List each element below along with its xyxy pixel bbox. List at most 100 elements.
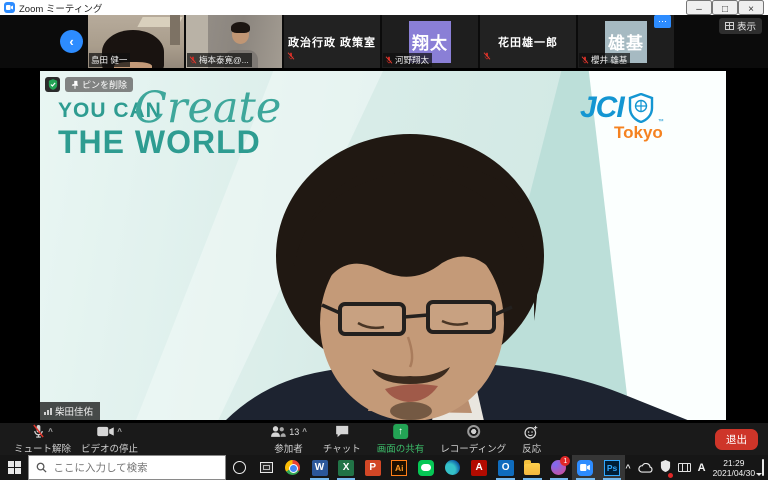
more-options-button[interactable]: ⋯ <box>654 15 671 28</box>
minimize-button[interactable]: – <box>686 0 712 15</box>
mute-options-chevron[interactable]: ^ <box>48 427 53 436</box>
line-icon <box>418 460 434 476</box>
taskbar-app-chrome[interactable] <box>280 455 307 480</box>
audio-signal-icon <box>44 408 52 415</box>
security-shield-icon[interactable] <box>660 459 671 477</box>
task-view-button[interactable] <box>253 455 280 480</box>
backdrop-slogan: YOU CAN Create THE WORLD <box>58 99 261 161</box>
video-options-chevron[interactable]: ^ <box>117 427 122 436</box>
hidden-icons-chevron[interactable]: ^ <box>625 463 630 473</box>
start-button[interactable] <box>0 455 28 480</box>
clock-time: 21:29 <box>713 458 756 468</box>
participant-thumbnail[interactable]: 雄基 ⋯ 櫻井 雄基 <box>578 15 674 68</box>
encryption-shield-icon[interactable] <box>45 77 60 92</box>
share-screen-label: 画面の共有 <box>377 441 425 455</box>
touch-keyboard-icon[interactable] <box>678 463 691 472</box>
taskbar-clock[interactable]: 21:29 2021/04/30 <box>713 458 756 478</box>
participant-thumbnail[interactable]: 政治行政 政策室 <box>284 15 380 68</box>
video-scene-frame <box>170 15 180 45</box>
taskbar-app-line[interactable] <box>413 455 440 480</box>
jci-logo-text: JCI <box>580 91 624 125</box>
muted-mic-icon <box>385 56 393 64</box>
participant-name: 島田 健一 <box>91 54 127 66</box>
action-center-icon <box>762 459 764 476</box>
illustrator-icon: Ai <box>391 460 407 476</box>
action-center-button[interactable] <box>762 460 764 475</box>
pinned-speaker-video[interactable]: YOU CAN Create THE WORLD JCI ™ Tokyo <box>40 71 726 420</box>
taskbar-app-explorer[interactable] <box>519 455 546 480</box>
participant-thumbnail[interactable]: 花田雄一郎 <box>480 15 576 68</box>
photoshop-icon: Ps <box>604 460 620 476</box>
reactions-button[interactable]: 反応 <box>522 424 541 455</box>
leave-meeting-button[interactable]: 退出 <box>715 429 758 450</box>
meeting-toolbar: ^ ミュート解除 ^ ビデオの停止 13 ^ 参加者 <box>0 423 768 455</box>
excel-icon: X <box>338 460 354 476</box>
zoom-taskbar-icon <box>577 460 593 476</box>
jci-tokyo-logo: JCI ™ Tokyo <box>580 91 700 143</box>
filmstrip-collapse-button[interactable]: ‹ <box>60 30 83 53</box>
grid-view-icon <box>725 22 734 30</box>
acrobat-icon: A <box>471 460 487 476</box>
view-button-label: 表示 <box>737 19 756 33</box>
remove-pin-button[interactable]: ピンを削除 <box>65 77 133 92</box>
participant-name-tag: 島田 健一 <box>89 53 130 67</box>
participants-options-chevron[interactable]: ^ <box>302 427 307 436</box>
zoom-app-icon <box>4 2 15 13</box>
taskbar-app-powerpoint[interactable]: P <box>359 455 386 480</box>
maximize-button[interactable]: □ <box>712 0 738 15</box>
view-button[interactable]: 表示 <box>719 18 762 34</box>
taskbar-app-zoom[interactable] <box>572 455 599 480</box>
record-icon <box>467 425 480 438</box>
muted-mic-icon <box>287 47 295 65</box>
stop-video-button[interactable]: ^ ビデオの停止 <box>81 424 138 455</box>
up-arrow-icon: ↑ <box>398 426 403 437</box>
record-label: レコーディング <box>440 441 506 455</box>
edge-icon <box>445 460 460 475</box>
taskbar-app-outlook[interactable]: O <box>492 455 519 480</box>
outlook-icon: O <box>498 460 514 476</box>
main-stage: YOU CAN Create THE WORLD JCI ™ Tokyo <box>0 68 768 423</box>
file-explorer-icon <box>524 463 540 475</box>
unmute-button[interactable]: ^ ミュート解除 <box>14 424 71 455</box>
participant-name: 梅本泰寛@... <box>199 54 249 66</box>
participant-thumbnail[interactable]: 翔太 河野翔太 <box>382 15 478 68</box>
taskbar-app-illustrator[interactable]: Ai <box>386 455 413 480</box>
taskbar-app-messenger[interactable]: 1 <box>546 455 573 480</box>
unmute-label: ミュート解除 <box>14 441 71 455</box>
participant-name: 櫻井 雄基 <box>591 54 627 66</box>
security-alert-dot <box>668 473 673 478</box>
remove-pin-label: ピンを削除 <box>82 78 127 91</box>
participant-thumbnail[interactable]: 梅本泰寛@... <box>186 15 282 68</box>
chat-label: チャット <box>323 441 361 455</box>
taskbar-app-acrobat[interactable]: A <box>466 455 493 480</box>
muted-mic-icon <box>189 56 197 64</box>
windows-taskbar: W X P Ai A O 1 Ps ^ A <box>0 455 768 480</box>
search-icon <box>36 462 47 473</box>
taskbar-search[interactable] <box>28 455 226 480</box>
share-screen-button[interactable]: ↑ 画面の共有 <box>377 424 425 455</box>
onedrive-icon[interactable] <box>638 463 653 473</box>
video-camera-icon <box>97 426 114 437</box>
muted-mic-icon <box>581 56 589 64</box>
participants-button[interactable]: 13 ^ 参加者 <box>270 424 307 455</box>
taskbar-app-photoshop[interactable]: Ps <box>599 455 626 480</box>
participant-name-tag: 河野翔太 <box>383 53 432 67</box>
participant-thumbnail[interactable]: 島田 健一 <box>88 15 184 68</box>
chat-button[interactable]: チャット <box>323 424 361 455</box>
ime-mode-indicator[interactable]: A <box>698 462 706 474</box>
taskbar-app-excel[interactable]: X <box>333 455 360 480</box>
powerpoint-icon: P <box>365 460 381 476</box>
share-screen-icon: ↑ <box>393 424 408 439</box>
system-tray: ^ A 21:29 2021/04/30 <box>625 458 768 478</box>
messenger-icon: 1 <box>551 460 566 475</box>
cortana-button[interactable] <box>226 455 253 480</box>
taskbar-app-edge[interactable] <box>439 455 466 480</box>
taskbar-app-word[interactable]: W <box>306 455 333 480</box>
notification-badge: 1 <box>560 456 570 466</box>
record-button[interactable]: レコーディング <box>440 424 506 455</box>
search-input[interactable] <box>53 462 213 474</box>
jci-shield-icon <box>628 93 654 123</box>
close-button[interactable]: × <box>738 0 764 15</box>
slogan-script: Create <box>134 83 281 133</box>
participants-label: 参加者 <box>274 441 303 455</box>
